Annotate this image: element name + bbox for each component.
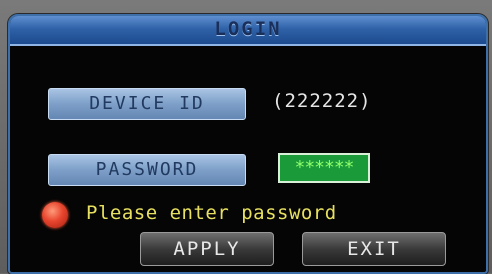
title-bar: LOGIN [10, 16, 486, 46]
device-id-value: (222222) [272, 90, 372, 112]
screen-background: LOGIN DEVICE ID (222222) PASSWORD ******… [0, 0, 492, 274]
apply-button[interactable]: APPLY [140, 232, 274, 266]
status-message: Please enter password [86, 202, 337, 224]
red-indicator-icon [42, 202, 68, 228]
dialog-title: LOGIN [214, 18, 282, 40]
login-dialog: LOGIN DEVICE ID (222222) PASSWORD ******… [8, 14, 488, 274]
password-label: PASSWORD [48, 154, 246, 186]
exit-button[interactable]: EXIT [302, 232, 446, 266]
device-id-label: DEVICE ID [48, 88, 246, 120]
password-input[interactable]: ****** [278, 153, 370, 183]
